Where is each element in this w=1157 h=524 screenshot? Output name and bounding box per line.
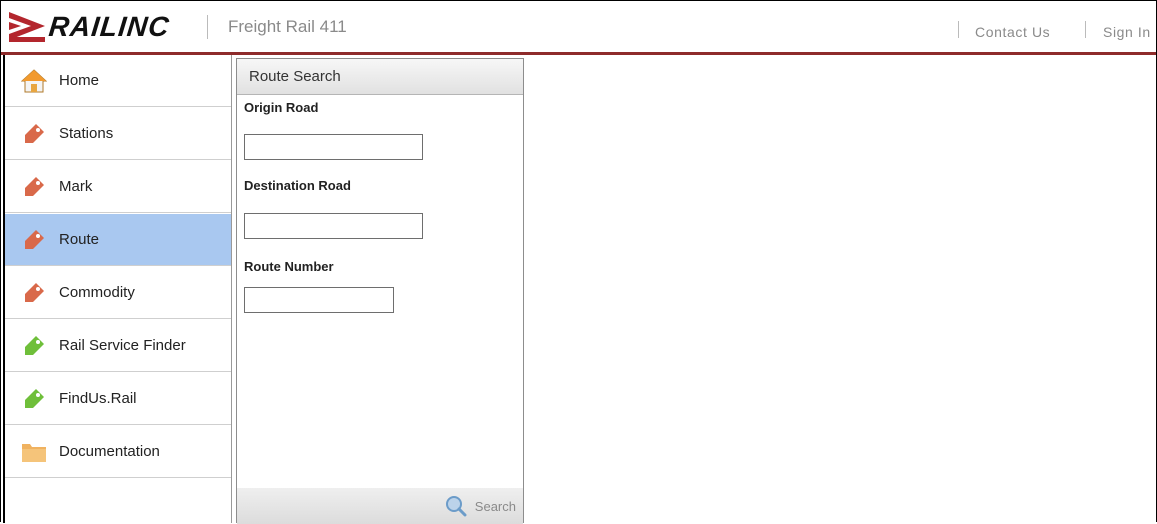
folder-icon [21, 439, 47, 465]
railinc-logo[interactable]: RAILINC [9, 11, 172, 42]
sidebar-item-label: Home [59, 72, 100, 89]
sidebar-item-label: FindUs.Rail [59, 390, 137, 407]
sidebar-item-findus-rail[interactable]: FindUs.Rail [5, 373, 231, 425]
sign-in-link[interactable]: Sign In [1103, 24, 1151, 40]
panel-header: Route Search [237, 59, 523, 95]
header-divider [207, 15, 208, 39]
sidebar-item-home[interactable]: Home [5, 55, 231, 107]
origin-road-input[interactable] [244, 134, 423, 160]
signin-divider [1085, 21, 1086, 38]
sidebar-item-route[interactable]: Route [5, 214, 231, 266]
search-icon [445, 496, 467, 517]
top-header: RAILINC Freight Rail 411 Contact Us Sign… [1, 1, 1156, 55]
tag-icon [21, 174, 47, 200]
search-button-label: Search [474, 498, 516, 514]
search-button[interactable]: Search [445, 495, 516, 517]
origin-road-label: Origin Road [244, 100, 319, 115]
destination-road-label: Destination Road [244, 178, 351, 193]
app-title: Freight Rail 411 [228, 17, 347, 36]
sidebar-nav: Home Stations Mark Route Commodity Rail … [3, 55, 232, 523]
route-search-panel: Route Search Origin Road Destination Roa… [236, 58, 524, 524]
sidebar-item-rail-service-finder[interactable]: Rail Service Finder [5, 320, 231, 372]
panel-title: Route Search [249, 68, 341, 85]
sidebar-item-commodity[interactable]: Commodity [5, 267, 231, 319]
sidebar-item-label: Commodity [59, 284, 135, 301]
sidebar-item-documentation[interactable]: Documentation [5, 426, 231, 478]
sidebar-item-label: Rail Service Finder [59, 337, 186, 354]
route-number-input[interactable] [244, 287, 394, 313]
sidebar-item-label: Route [59, 231, 100, 248]
contact-us-link[interactable]: Contact Us [975, 24, 1050, 40]
home-icon [21, 68, 47, 94]
tag-icon [21, 227, 47, 253]
tag-icon [21, 333, 47, 359]
tag-icon [21, 121, 47, 147]
sidebar-item-stations[interactable]: Stations [5, 108, 231, 160]
destination-road-input[interactable] [244, 213, 423, 239]
logo-text: RAILINC [47, 11, 172, 42]
tag-icon [21, 386, 47, 412]
railinc-logo-mark-icon [9, 12, 45, 42]
sidebar-item-mark[interactable]: Mark [5, 161, 231, 213]
panel-footer: Search [237, 488, 523, 524]
route-number-label: Route Number [244, 259, 334, 274]
sidebar-item-label: Documentation [59, 443, 160, 460]
sidebar-item-label: Mark [59, 178, 93, 195]
contact-divider [958, 21, 959, 38]
tag-icon [21, 280, 47, 306]
sidebar-item-label: Stations [59, 125, 114, 142]
